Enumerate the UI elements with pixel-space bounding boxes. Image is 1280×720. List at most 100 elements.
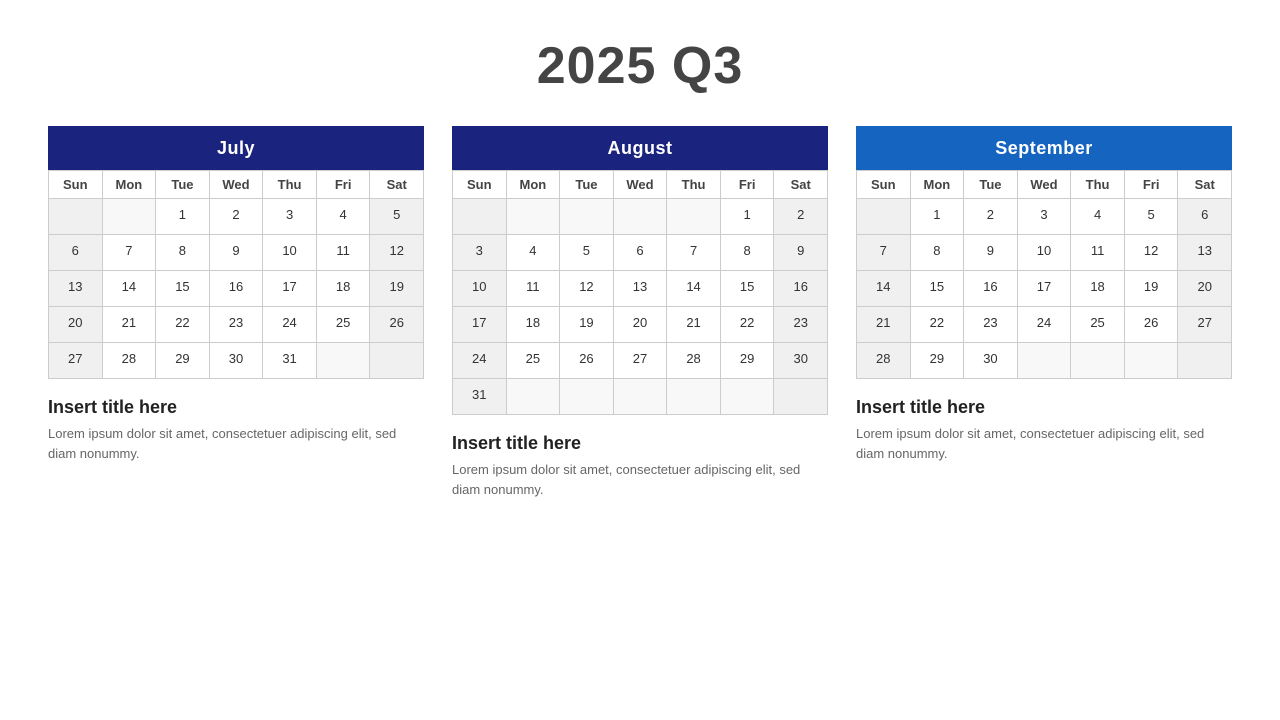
cal-cell-day-25[interactable]: 25	[507, 343, 561, 379]
day-header-fri: Fri	[721, 171, 775, 199]
cal-cell-day-12[interactable]: 12	[560, 271, 614, 307]
cal-cell-day-9[interactable]: 9	[964, 235, 1018, 271]
cal-cell-day-2[interactable]: 2	[964, 199, 1018, 235]
cal-cell-day-11[interactable]: 11	[507, 271, 561, 307]
cal-cell-day-1[interactable]: 1	[911, 199, 965, 235]
cal-cell-day-25[interactable]: 25	[1071, 307, 1125, 343]
cal-cell-day-10[interactable]: 10	[263, 235, 317, 271]
cal-cell-day-21[interactable]: 21	[667, 307, 721, 343]
cal-cell-day-19[interactable]: 19	[370, 271, 424, 307]
cal-cell-day-17[interactable]: 17	[453, 307, 507, 343]
cal-cell-day-4[interactable]: 4	[1071, 199, 1125, 235]
cal-cell-day-31[interactable]: 31	[263, 343, 317, 379]
cal-cell-day-22[interactable]: 22	[156, 307, 210, 343]
cal-cell-day-5[interactable]: 5	[370, 199, 424, 235]
cal-cell-day-18[interactable]: 18	[507, 307, 561, 343]
cal-cell-day-11[interactable]: 11	[317, 235, 371, 271]
cal-cell-day-13[interactable]: 13	[1178, 235, 1232, 271]
cal-cell-day-9[interactable]: 9	[210, 235, 264, 271]
cal-cell-day-23[interactable]: 23	[210, 307, 264, 343]
cal-cell-empty	[560, 199, 614, 235]
cal-cell-day-6[interactable]: 6	[49, 235, 103, 271]
cal-cell-day-1[interactable]: 1	[156, 199, 210, 235]
cal-cell-day-25[interactable]: 25	[317, 307, 371, 343]
cal-cell-day-20[interactable]: 20	[1178, 271, 1232, 307]
cal-cell-day-8[interactable]: 8	[911, 235, 965, 271]
cal-cell-day-7[interactable]: 7	[103, 235, 157, 271]
cal-cell-day-14[interactable]: 14	[667, 271, 721, 307]
cal-cell-day-27[interactable]: 27	[1178, 307, 1232, 343]
cal-cell-day-3[interactable]: 3	[263, 199, 317, 235]
cal-cell-day-27[interactable]: 27	[49, 343, 103, 379]
cal-cell-day-26[interactable]: 26	[1125, 307, 1179, 343]
cal-cell-day-16[interactable]: 16	[210, 271, 264, 307]
calendar-grid-august: SunMonTueWedThuFriSat1234567891011121314…	[452, 170, 828, 415]
cal-cell-day-17[interactable]: 17	[1018, 271, 1072, 307]
cal-cell-day-8[interactable]: 8	[156, 235, 210, 271]
cal-cell-day-28[interactable]: 28	[103, 343, 157, 379]
cal-cell-day-16[interactable]: 16	[964, 271, 1018, 307]
cal-cell-day-19[interactable]: 19	[1125, 271, 1179, 307]
cal-cell-day-6[interactable]: 6	[1178, 199, 1232, 235]
cal-cell-day-29[interactable]: 29	[911, 343, 965, 379]
cal-cell-day-17[interactable]: 17	[263, 271, 317, 307]
cal-cell-day-10[interactable]: 10	[453, 271, 507, 307]
cal-cell-day-15[interactable]: 15	[156, 271, 210, 307]
cal-cell-day-8[interactable]: 8	[721, 235, 775, 271]
cal-cell-day-6[interactable]: 6	[614, 235, 668, 271]
cal-cell-day-7[interactable]: 7	[857, 235, 911, 271]
cal-cell-day-13[interactable]: 13	[614, 271, 668, 307]
cal-cell-day-5[interactable]: 5	[1125, 199, 1179, 235]
cal-cell-day-27[interactable]: 27	[614, 343, 668, 379]
cal-cell-day-19[interactable]: 19	[560, 307, 614, 343]
cal-cell-day-4[interactable]: 4	[317, 199, 371, 235]
cal-cell-day-20[interactable]: 20	[49, 307, 103, 343]
cal-cell-day-2[interactable]: 2	[210, 199, 264, 235]
cal-cell-day-12[interactable]: 12	[1125, 235, 1179, 271]
cal-cell-day-15[interactable]: 15	[911, 271, 965, 307]
cal-cell-day-3[interactable]: 3	[1018, 199, 1072, 235]
calendar-september: SeptemberSunMonTueWedThuFriSat1234567891…	[856, 126, 1232, 499]
cal-cell-day-28[interactable]: 28	[667, 343, 721, 379]
cal-cell-day-12[interactable]: 12	[370, 235, 424, 271]
cal-cell-day-22[interactable]: 22	[721, 307, 775, 343]
day-header-mon: Mon	[911, 171, 965, 199]
cal-cell-day-29[interactable]: 29	[156, 343, 210, 379]
cal-cell-day-31[interactable]: 31	[453, 379, 507, 415]
cal-cell-day-11[interactable]: 11	[1071, 235, 1125, 271]
cal-cell-day-10[interactable]: 10	[1018, 235, 1072, 271]
cal-cell-day-21[interactable]: 21	[857, 307, 911, 343]
day-header-sat: Sat	[774, 171, 828, 199]
cal-cell-day-29[interactable]: 29	[721, 343, 775, 379]
cal-cell-day-30[interactable]: 30	[774, 343, 828, 379]
cal-cell-empty	[453, 199, 507, 235]
cal-cell-day-3[interactable]: 3	[453, 235, 507, 271]
cal-cell-day-20[interactable]: 20	[614, 307, 668, 343]
cal-cell-day-13[interactable]: 13	[49, 271, 103, 307]
cal-cell-day-24[interactable]: 24	[453, 343, 507, 379]
cal-cell-day-26[interactable]: 26	[560, 343, 614, 379]
cal-cell-day-24[interactable]: 24	[1018, 307, 1072, 343]
cal-cell-day-4[interactable]: 4	[507, 235, 561, 271]
cal-cell-day-14[interactable]: 14	[857, 271, 911, 307]
cal-cell-day-30[interactable]: 30	[964, 343, 1018, 379]
cal-cell-day-22[interactable]: 22	[911, 307, 965, 343]
cal-cell-day-14[interactable]: 14	[103, 271, 157, 307]
cal-cell-day-2[interactable]: 2	[774, 199, 828, 235]
day-header-fri: Fri	[1125, 171, 1179, 199]
cal-cell-day-18[interactable]: 18	[1071, 271, 1125, 307]
cal-cell-day-23[interactable]: 23	[964, 307, 1018, 343]
cal-cell-day-16[interactable]: 16	[774, 271, 828, 307]
cal-cell-day-30[interactable]: 30	[210, 343, 264, 379]
cal-cell-day-23[interactable]: 23	[774, 307, 828, 343]
cal-cell-day-24[interactable]: 24	[263, 307, 317, 343]
cal-cell-day-7[interactable]: 7	[667, 235, 721, 271]
cal-cell-day-28[interactable]: 28	[857, 343, 911, 379]
cal-cell-day-9[interactable]: 9	[774, 235, 828, 271]
cal-cell-day-21[interactable]: 21	[103, 307, 157, 343]
cal-cell-day-1[interactable]: 1	[721, 199, 775, 235]
cal-cell-day-26[interactable]: 26	[370, 307, 424, 343]
cal-cell-day-18[interactable]: 18	[317, 271, 371, 307]
cal-cell-day-15[interactable]: 15	[721, 271, 775, 307]
cal-cell-day-5[interactable]: 5	[560, 235, 614, 271]
